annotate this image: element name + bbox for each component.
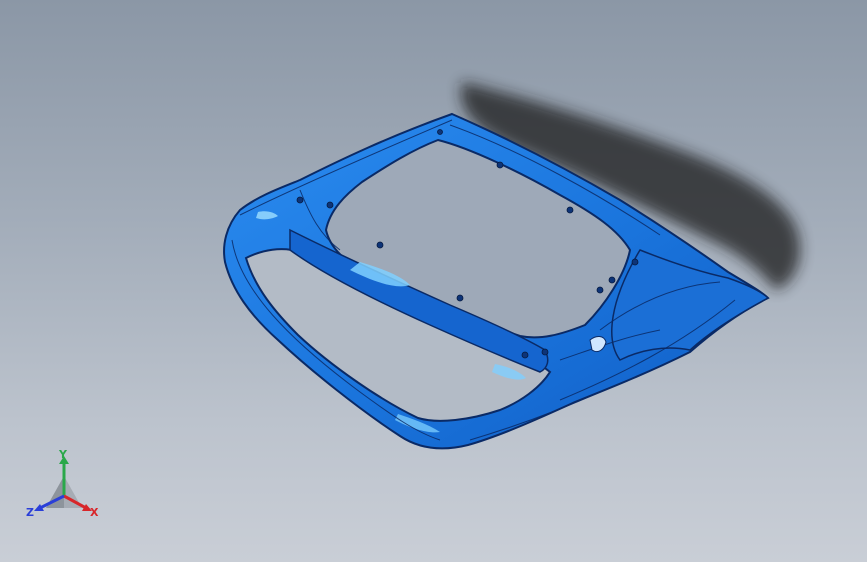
x-axis-label: X	[90, 506, 99, 519]
y-axis-label: Y	[58, 448, 68, 461]
graphics-viewport[interactable]: Y X Z	[0, 0, 867, 562]
z-axis-label: Z	[26, 506, 34, 519]
view-triad[interactable]: Y X Z	[24, 448, 108, 532]
model-view[interactable]	[0, 0, 867, 562]
